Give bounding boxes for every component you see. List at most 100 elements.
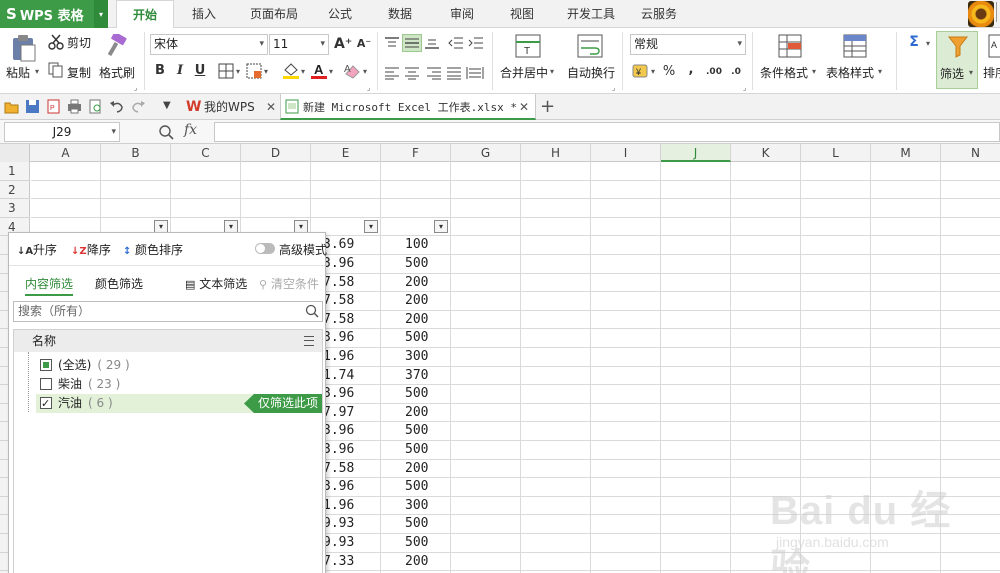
cell-value[interactable]: 200 — [405, 311, 428, 329]
cell-value[interactable]: 7.33 — [323, 553, 354, 571]
distributed-align-icon[interactable] — [466, 66, 484, 80]
format-painter-button[interactable]: 格式刷 — [99, 64, 135, 81]
copy-button[interactable]: 复制 — [67, 64, 91, 81]
tab-cloud[interactable]: 云服务 — [632, 0, 686, 28]
chevron-down-icon[interactable]: ▾ — [812, 67, 816, 76]
chevron-down-icon[interactable]: ▾ — [926, 39, 930, 48]
chevron-down-icon[interactable]: ▾ — [301, 67, 305, 76]
color-sort-button[interactable]: ↕ 颜色排序 — [123, 241, 183, 258]
cell-value[interactable]: 500 — [405, 441, 428, 459]
column-header-l[interactable]: L — [801, 144, 871, 162]
filter-dropdown-e-button[interactable]: ▾ — [364, 219, 378, 233]
cell-value[interactable]: 3.96 — [323, 478, 354, 496]
sort-descending-button[interactable]: ↓Z 降序 — [71, 241, 111, 258]
filter-dropdown-b-button[interactable]: ▾ — [154, 219, 168, 233]
chevron-down-icon[interactable]: ▾ — [363, 67, 367, 76]
cell-value[interactable]: 3.96 — [323, 255, 354, 273]
print-preview-icon[interactable] — [88, 99, 103, 114]
cell-value[interactable]: 3.96 — [323, 385, 354, 403]
paste-icon[interactable] — [10, 34, 36, 62]
column-header-n[interactable]: N — [941, 144, 1000, 162]
number-format-select[interactable]: 常规 — [630, 34, 746, 55]
wrap-text-icon[interactable] — [577, 34, 603, 58]
chevron-down-icon[interactable]: ▾ — [550, 67, 554, 76]
increase-decimal-button[interactable]: .00 — [704, 64, 724, 80]
cell-value[interactable]: 1.96 — [323, 497, 354, 515]
scissors-icon[interactable] — [48, 34, 64, 50]
sum-button[interactable]: Σ — [906, 34, 922, 50]
tab-formulas[interactable]: 公式 — [318, 0, 362, 28]
increase-indent-icon[interactable] — [468, 36, 484, 50]
open-folder-icon[interactable] — [4, 99, 19, 114]
tab-developer[interactable]: 开发工具 — [558, 0, 624, 28]
comma-button[interactable]: , — [683, 62, 699, 78]
clear-format-icon[interactable]: A — [344, 62, 362, 80]
align-right-icon[interactable] — [426, 66, 442, 80]
cell-style-icon[interactable] — [246, 63, 262, 79]
chevron-down-icon[interactable]: ▾ — [35, 67, 39, 76]
filter-dropdown-c-button[interactable]: ▾ — [224, 219, 238, 233]
window-control-icon[interactable] — [996, 2, 1000, 22]
chevron-down-icon[interactable]: ▾ — [651, 67, 655, 76]
filter-search-input[interactable]: 搜索（所有） — [13, 301, 323, 322]
list-item-select-all[interactable]: (全选) ( 29 ) — [36, 356, 322, 375]
fx-insert-function-button[interactable]: fx — [184, 122, 197, 138]
copy-icon[interactable] — [48, 62, 64, 78]
search-icon[interactable] — [305, 304, 319, 318]
tab-data[interactable]: 数据 — [378, 0, 422, 28]
cell-value[interactable]: 200 — [405, 404, 428, 422]
close-icon[interactable]: ✕ — [519, 94, 529, 120]
cell-value[interactable]: 100 — [405, 236, 428, 254]
cell-value[interactable]: 500 — [405, 255, 428, 273]
cell-value[interactable]: 200 — [405, 292, 428, 310]
dialog-launcher-icon[interactable]: ⌟ — [367, 84, 370, 92]
percent-button[interactable]: % — [661, 64, 677, 80]
cell-value[interactable]: 7.58 — [323, 274, 354, 292]
column-header-k[interactable]: K — [731, 144, 801, 162]
list-options-icon[interactable] — [304, 336, 314, 346]
sort-ascending-button[interactable]: ↓A 升序 — [17, 241, 57, 258]
row-header[interactable]: 2 — [0, 181, 30, 200]
checkbox-checked[interactable] — [40, 394, 52, 413]
cell-value[interactable]: 1.74 — [323, 367, 354, 385]
grow-font-icon[interactable]: A⁺ — [334, 36, 352, 52]
list-item-diesel[interactable]: 柴油 ( 23 ) — [36, 375, 322, 394]
cell-value[interactable]: 7.58 — [323, 311, 354, 329]
align-left-icon[interactable] — [384, 66, 400, 80]
conditional-format-icon[interactable] — [778, 34, 802, 58]
chevron-down-icon[interactable]: ▾ — [264, 67, 268, 76]
cell-value[interactable]: 3.69 — [323, 236, 354, 254]
save-icon[interactable] — [25, 99, 40, 114]
tab-color-filter[interactable]: 颜色筛选 — [95, 275, 143, 292]
cell-value[interactable]: 3.96 — [323, 329, 354, 347]
cell-value[interactable]: 3.96 — [323, 441, 354, 459]
customize-qat-chevron-icon[interactable]: ▼ — [163, 100, 171, 111]
chevron-down-icon[interactable]: ▾ — [329, 67, 333, 76]
tab-content-filter[interactable]: 内容筛选 — [25, 275, 74, 296]
cell-value[interactable]: 7.97 — [323, 404, 354, 422]
filter-dropdown-d-button[interactable]: ▾ — [294, 219, 308, 233]
name-box[interactable]: J29 — [4, 122, 120, 142]
cell-value[interactable]: 200 — [405, 553, 428, 571]
cell-value[interactable]: 500 — [405, 534, 428, 552]
align-bottom-icon[interactable] — [424, 36, 440, 50]
list-item-gasoline[interactable]: 汽油 ( 6 ) 仅筛选此项 — [36, 394, 322, 413]
user-avatar[interactable] — [968, 1, 994, 27]
dialog-launcher-icon[interactable]: ⌟ — [134, 84, 137, 92]
row-header[interactable]: 1 — [0, 162, 30, 181]
add-tab-button[interactable]: + — [540, 96, 555, 118]
cell-value[interactable]: 500 — [405, 385, 428, 403]
tab-review[interactable]: 审阅 — [440, 0, 484, 28]
formula-input[interactable] — [214, 122, 1000, 142]
row-header[interactable]: 3 — [0, 199, 30, 218]
dialog-launcher-icon[interactable]: ⌟ — [612, 84, 615, 92]
sort-icon[interactable]: A — [988, 34, 1000, 58]
table-style-button[interactable]: 表格样式 — [826, 64, 874, 81]
format-painter-icon[interactable] — [106, 34, 128, 60]
column-header-f[interactable]: F — [381, 144, 451, 162]
table-style-icon[interactable] — [843, 34, 867, 58]
font-color-icon[interactable]: A — [310, 62, 328, 80]
column-header-c[interactable]: C — [171, 144, 241, 162]
column-header-g[interactable]: G — [451, 144, 521, 162]
cell-value[interactable]: 500 — [405, 422, 428, 440]
